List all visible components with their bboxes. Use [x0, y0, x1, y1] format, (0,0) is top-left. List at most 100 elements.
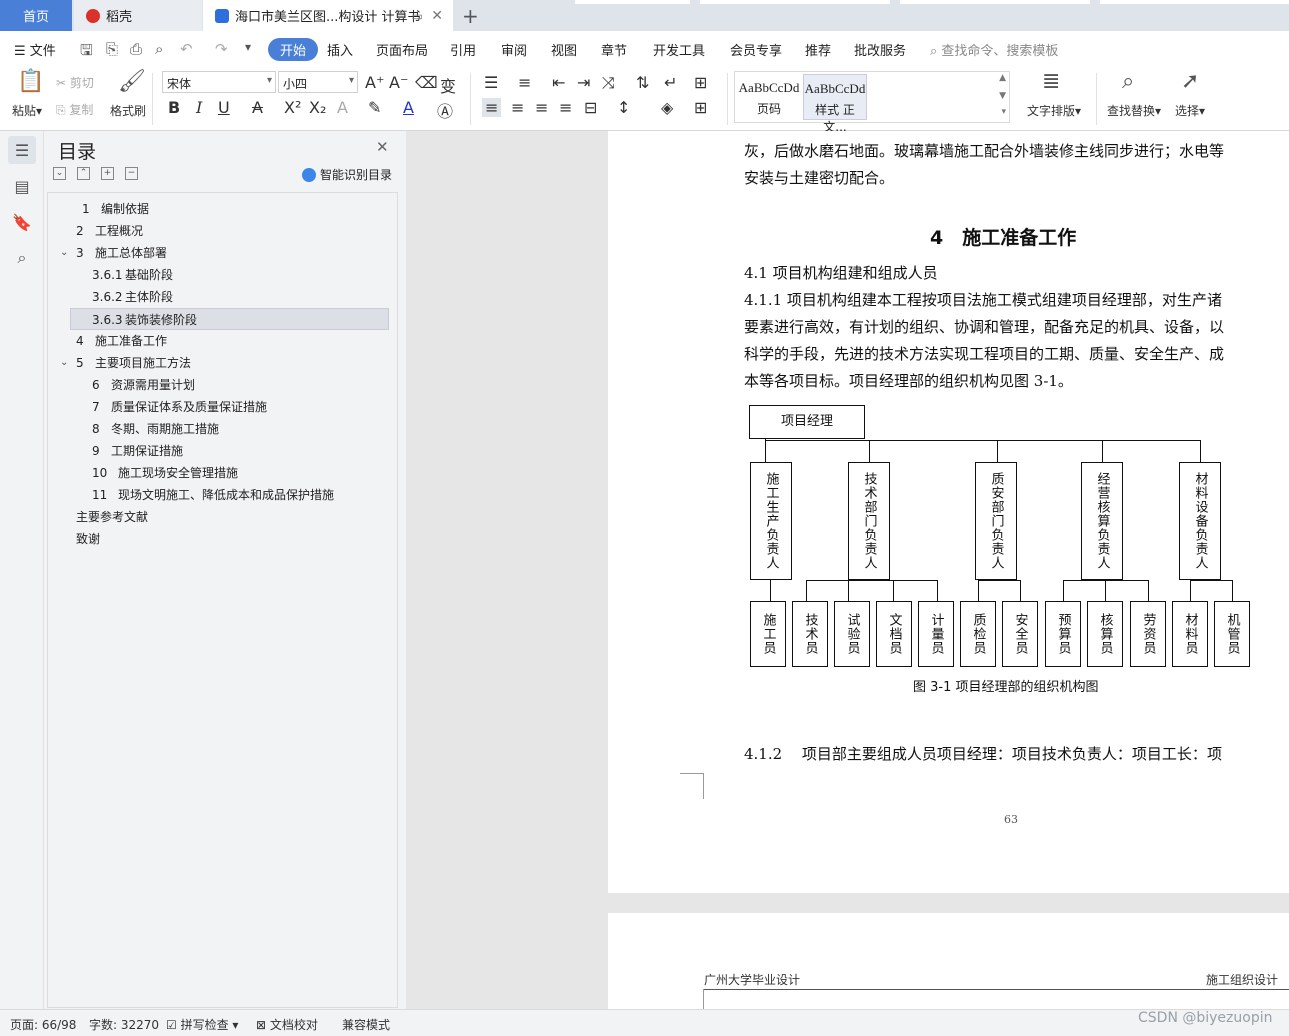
- bullet-list-icon[interactable]: ☰: [484, 73, 498, 92]
- bold-icon[interactable]: B: [168, 98, 180, 117]
- underline-icon[interactable]: U: [218, 98, 230, 117]
- font-name-select[interactable]: 宋体: [162, 71, 276, 93]
- chevron-down-icon[interactable]: ⌄: [60, 242, 68, 264]
- file-menu[interactable]: ☰ 文件: [14, 40, 56, 59]
- shrink-font-icon[interactable]: A⁻: [389, 73, 408, 92]
- menu-review[interactable]: 审阅: [501, 40, 527, 59]
- align-left-icon[interactable]: ≡: [482, 98, 502, 117]
- style-page-number[interactable]: AaBbCcDd 页码: [737, 74, 801, 120]
- style-body-text[interactable]: AaBbCcDd 样式 正文...: [803, 74, 867, 134]
- toc-item[interactable]: 7 质量保证体系及质量保证措施: [48, 396, 397, 418]
- menu-insert[interactable]: 插入: [327, 40, 353, 59]
- highlight-icon[interactable]: ✎: [368, 98, 381, 117]
- toc-item[interactable]: 主要参考文献: [48, 506, 397, 528]
- tab-document[interactable]: 海口市美兰区图...构设计 计算书 ▭ ✕: [203, 0, 453, 31]
- styles-scroll-up-icon[interactable]: ▲: [999, 73, 1006, 83]
- document-page[interactable]: 广州大学毕业设计 施工组织设计: [608, 913, 1289, 1009]
- menu-references[interactable]: 引用: [450, 40, 476, 59]
- styles-more-icon[interactable]: ▾: [1001, 107, 1006, 117]
- print-icon[interactable]: ⎙: [130, 40, 142, 58]
- distributed-icon[interactable]: ⊟: [584, 98, 597, 117]
- toc-item[interactable]: 10 施工现场安全管理措施: [48, 462, 397, 484]
- expand-up-icon[interactable]: ⌃: [77, 167, 90, 180]
- menu-section[interactable]: 章节: [601, 40, 627, 59]
- format-painter-button[interactable]: 格式刷: [110, 102, 146, 119]
- show-marks-icon[interactable]: ↵: [664, 73, 677, 92]
- toc-item[interactable]: 8 冬期、雨期施工措施: [48, 418, 397, 440]
- paste-icon[interactable]: 📋: [17, 69, 44, 94]
- clear-format-icon[interactable]: ⌫: [415, 73, 438, 92]
- select-cursor-icon[interactable]: ➚: [1181, 69, 1199, 94]
- font-size-select[interactable]: 小四: [278, 71, 358, 93]
- char-spacing-icon[interactable]: ⊞: [694, 73, 707, 92]
- document-canvas[interactable]: 灰，后做水磨石地面。玻璃幕墙施工配合外墙装修主线同步进行；水电等 安装与土建密切…: [406, 131, 1289, 1009]
- menu-view[interactable]: 视图: [551, 40, 577, 59]
- menu-recommend[interactable]: 推荐: [805, 40, 831, 59]
- toc-item[interactable]: 11 现场文明施工、降低成本和成品保护措施: [48, 484, 397, 506]
- toc-item[interactable]: 3.6.1 基础阶段: [48, 264, 397, 286]
- chevron-down-icon[interactable]: ⌄: [60, 352, 68, 374]
- borders-icon[interactable]: ⊞: [694, 98, 707, 117]
- strikethrough-icon[interactable]: A: [252, 98, 263, 117]
- toc-item[interactable]: ⌄ 5 主要项目施工方法: [48, 352, 397, 374]
- qat-more-icon[interactable]: ▾: [245, 40, 251, 54]
- print-preview-icon[interactable]: ⌕: [155, 40, 163, 58]
- toc-item[interactable]: 6 资源需用量计划: [48, 374, 397, 396]
- chapter-nav-icon[interactable]: ▤: [8, 172, 36, 200]
- shading-icon[interactable]: ◈: [661, 98, 673, 117]
- save-icon[interactable]: 🖫: [80, 40, 93, 65]
- smart-toc-button[interactable]: 智能识别目录: [302, 166, 392, 183]
- find-replace-button[interactable]: 查找替换▾: [1107, 102, 1161, 119]
- increase-indent-icon[interactable]: ⇥: [577, 73, 590, 92]
- toc-item[interactable]: 3.6.2 主体阶段: [48, 286, 397, 308]
- line-spacing-icon[interactable]: ↕: [617, 98, 630, 117]
- text-effect-icon[interactable]: A: [337, 98, 348, 117]
- tab-daoke[interactable]: 稻壳: [74, 0, 202, 31]
- align-right-icon[interactable]: ≡: [535, 98, 548, 117]
- text-direction-icon[interactable]: ⤨: [602, 73, 615, 93]
- remove-item-icon[interactable]: −: [125, 167, 138, 180]
- superscript-icon[interactable]: X²: [284, 98, 301, 117]
- char-border-icon[interactable]: Ⓐ: [437, 98, 453, 122]
- spell-check-button[interactable]: ☑ 拼写检查 ▾: [166, 1016, 238, 1033]
- toc-item[interactable]: 致谢: [48, 528, 397, 550]
- subscript-icon[interactable]: X₂: [309, 98, 326, 117]
- text-layout-icon[interactable]: ≣: [1042, 69, 1060, 94]
- select-button[interactable]: 选择▾: [1175, 102, 1205, 119]
- monitor-icon[interactable]: ▭: [412, 9, 423, 23]
- copy-button[interactable]: ⎘ 复制: [56, 101, 93, 118]
- align-center-icon[interactable]: ≡: [511, 98, 524, 117]
- toc-item[interactable]: 2 工程概况: [48, 220, 397, 242]
- menu-member[interactable]: 会员专享: [730, 40, 782, 59]
- text-layout-button[interactable]: 文字排版▾: [1027, 102, 1081, 119]
- toc-item[interactable]: 1 编制依据: [48, 198, 397, 220]
- cut-button[interactable]: ✂ 剪切: [56, 74, 94, 91]
- font-color-icon[interactable]: A: [403, 98, 414, 117]
- toc-item-active[interactable]: 3.6.3 装饰装修阶段: [70, 308, 389, 330]
- find-replace-icon[interactable]: ⌕: [1122, 69, 1134, 94]
- justify-icon[interactable]: ≡: [559, 98, 572, 117]
- numbered-list-icon[interactable]: ≡: [518, 73, 531, 92]
- sort-icon[interactable]: ⇅: [636, 73, 649, 92]
- phonetic-icon[interactable]: 变: [440, 73, 456, 97]
- toc-item[interactable]: 9 工期保证措施: [48, 440, 397, 462]
- close-icon[interactable]: ✕: [376, 138, 389, 156]
- menu-developer[interactable]: 开发工具: [653, 40, 705, 59]
- decrease-indent-icon[interactable]: ⇤: [552, 73, 565, 92]
- new-tab-button[interactable]: +: [462, 4, 479, 28]
- page-indicator[interactable]: 页面: 66/98: [10, 1016, 76, 1033]
- toc-panel-icon[interactable]: ☰: [8, 136, 36, 164]
- tab-home[interactable]: 首页: [0, 0, 72, 31]
- close-tab-icon[interactable]: ✕: [431, 8, 443, 24]
- format-painter-icon[interactable]: 🖌: [118, 69, 146, 94]
- menu-grading[interactable]: 批改服务: [854, 40, 906, 59]
- menu-start[interactable]: 开始: [268, 38, 319, 61]
- document-page[interactable]: 灰，后做水磨石地面。玻璃幕墙施工配合外墙装修主线同步进行；水电等 安装与土建密切…: [608, 131, 1289, 893]
- paste-button[interactable]: 粘贴▾: [12, 102, 42, 119]
- undo-icon[interactable]: ↶: [180, 40, 193, 58]
- toc-item[interactable]: ⌄ 3 施工总体部署: [48, 242, 397, 264]
- word-count[interactable]: 字数: 32270: [89, 1016, 159, 1033]
- bookmark-icon[interactable]: 🔖: [8, 208, 36, 236]
- redo-icon[interactable]: ↷: [215, 40, 228, 58]
- doc-proof-button[interactable]: ⊠ 文档校对: [256, 1016, 318, 1033]
